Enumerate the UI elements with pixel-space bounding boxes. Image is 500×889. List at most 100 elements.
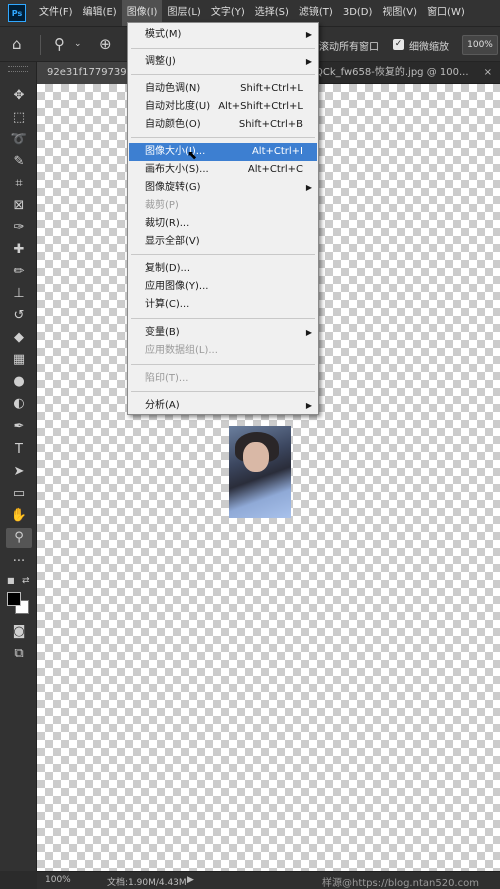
gradient-tool-icon[interactable]: ▦ — [6, 350, 32, 370]
menu-separator — [131, 74, 315, 75]
menu-window[interactable]: 窗口(W) — [422, 0, 470, 26]
menu-edit[interactable]: 编辑(E) — [78, 0, 122, 26]
lasso-tool-icon[interactable]: ➰ — [6, 130, 32, 150]
foreground-color-swatch[interactable] — [7, 592, 21, 606]
status-doc-size: 文档:1.90M/4.43M — [107, 878, 187, 888]
menu-separator — [131, 318, 315, 319]
menu-item-shortcut: Shift+Ctrl+B — [238, 119, 303, 130]
type-tool-icon[interactable]: T — [6, 440, 32, 460]
quick-select-tool-icon[interactable]: ✎ — [6, 152, 32, 172]
scrubby-zoom-checkbox[interactable]: ✓ — [393, 39, 404, 50]
menu-item-label: 自动对比度(U) — [145, 101, 211, 112]
chevron-down-icon[interactable]: ⌄ — [74, 36, 82, 52]
submenu-arrow-icon: ▶ — [305, 401, 312, 410]
menu-separator — [131, 391, 315, 392]
menu-view[interactable]: 视图(V) — [377, 0, 422, 26]
menu-item-auto-color[interactable]: 自动颜色(O) Shift+Ctrl+B — [129, 116, 317, 134]
menu-item-analysis[interactable]: 分析(A) ▶ — [129, 397, 317, 415]
submenu-arrow-icon: ▶ — [305, 183, 312, 192]
menu-item-label: 显示全部(V) — [145, 236, 200, 247]
menu-item-calculations[interactable]: 计算(C)... — [129, 296, 317, 314]
tools-panel: ■ ⇄ ✥ ⬚ ➰ ✎ ⌗ ⊠ ✑ ✚ ✏ ⊥ ↺ ◆ ▦ ● ◐ ✒ T ➤ ▭ ✋ ⚲ ··· ◙ ⧉ — [0, 62, 37, 871]
menu-item-mode[interactable]: 模式(M) ▶ — [129, 26, 317, 44]
menu-item-label: 变量(B) — [145, 327, 180, 338]
menu-item-label: 应用数据组(L)... — [145, 345, 218, 356]
zoom-in-icon[interactable]: ⊕ — [99, 36, 112, 52]
menu-item-apply-data-set: 应用数据组(L)... — [129, 342, 317, 360]
menu-item-label: 分析(A) — [145, 400, 180, 411]
path-select-tool-icon[interactable]: ➤ — [6, 462, 32, 482]
pen-tool-icon[interactable]: ✒ — [6, 417, 32, 437]
menu-item-label: 自动色调(N) — [145, 83, 201, 94]
crop-tool-icon[interactable]: ⌗ — [6, 174, 32, 194]
menu-separator — [131, 364, 315, 365]
menu-item-adjustments[interactable]: 调整(J) ▶ — [129, 53, 317, 71]
document-tab-2[interactable]: QCk_fw658-恢复的.jpg @ 100... × — [307, 62, 500, 84]
menu-item-label: 裁剪(P) — [145, 200, 179, 211]
eraser-tool-icon[interactable]: ◆ — [6, 328, 32, 348]
home-icon[interactable]: ⌂ — [12, 36, 22, 52]
menu-item-label: 模式(M) — [145, 29, 182, 40]
dodge-tool-icon[interactable]: ◐ — [6, 394, 32, 414]
menu-item-shortcut: Shift+Ctrl+L — [240, 83, 303, 94]
photoshop-logo-icon: Ps — [8, 4, 26, 22]
menu-item-label: 计算(C)... — [145, 299, 190, 310]
menu-item-label: 画布大小(S)... — [145, 164, 209, 175]
menu-item-crop: 裁剪(P) — [129, 197, 317, 215]
menu-item-reveal-all[interactable]: 显示全部(V) — [129, 233, 317, 251]
swap-colors-icon[interactable]: ⇄ — [22, 576, 30, 586]
watermark-text: 样源@https://blog.ntan520.com — [322, 878, 479, 889]
zoom-tool-icon[interactable]: ⚲ — [6, 528, 32, 548]
eyedropper-tool-icon[interactable]: ✑ — [6, 218, 32, 238]
panel-grip[interactable] — [8, 66, 28, 72]
clone-stamp-tool-icon[interactable]: ⊥ — [6, 284, 32, 304]
zoom-icon[interactable]: ⚲ — [54, 36, 65, 52]
menu-file[interactable]: 文件(F) — [34, 0, 78, 26]
blur-tool-icon[interactable]: ● — [6, 372, 32, 392]
menu-item-image-rotation[interactable]: 图像旋转(G) ▶ — [129, 179, 317, 197]
submenu-arrow-icon: ▶ — [305, 57, 312, 66]
image-menu-dropdown: 模式(M) ▶ 调整(J) ▶ 自动色调(N) Shift+Ctrl+L 自动对… — [127, 22, 319, 415]
menu-separator — [131, 137, 315, 138]
move-tool-icon[interactable]: ✥ — [6, 86, 32, 106]
status-zoom[interactable]: 100% — [45, 875, 71, 885]
document-tab-2-label: QCk_fw658-恢复的.jpg @ 100... — [315, 67, 469, 78]
menu-item-duplicate[interactable]: 复制(D)... — [129, 260, 317, 278]
close-icon[interactable]: × — [484, 62, 492, 84]
more-tools-icon[interactable]: ··· — [6, 552, 32, 572]
history-brush-tool-icon[interactable]: ↺ — [6, 306, 32, 326]
brush-tool-icon[interactable]: ✏ — [6, 262, 32, 282]
menu-item-trim[interactable]: 裁切(R)... — [129, 215, 317, 233]
menu-separator — [131, 254, 315, 255]
menu-3d[interactable]: 3D(D) — [338, 0, 378, 26]
menu-item-label: 裁切(R)... — [145, 218, 190, 229]
scroll-all-windows-label[interactable]: 滚动所有窗口 — [319, 38, 379, 53]
menu-item-label: 调整(J) — [145, 56, 176, 67]
menu-item-shortcut: Alt+Shift+Ctrl+L — [218, 101, 303, 112]
default-colors-icon[interactable]: ■ — [7, 576, 15, 585]
menu-item-canvas-size[interactable]: 画布大小(S)... Alt+Ctrl+C — [129, 161, 317, 179]
menu-item-apply-image[interactable]: 应用图像(Y)... — [129, 278, 317, 296]
marquee-tool-icon[interactable]: ⬚ — [6, 108, 32, 128]
zoom-level-button[interactable]: 100% — [462, 35, 498, 55]
submenu-arrow-icon: ▶ — [305, 30, 312, 39]
menu-item-label: 复制(D)... — [145, 263, 191, 274]
menu-item-trap: 陷印(T)... — [129, 370, 317, 388]
menu-item-label: 陷印(T)... — [145, 373, 189, 384]
screen-mode-icon[interactable]: ⧉ — [6, 644, 32, 664]
status-bar: 100% 文档:1.90M/4.43M ▶ 样源@https://blog.nt… — [37, 871, 500, 889]
menu-item-variables[interactable]: 变量(B) ▶ — [129, 324, 317, 342]
photo-face — [243, 442, 269, 472]
menu-separator — [131, 48, 315, 49]
healing-brush-tool-icon[interactable]: ✚ — [6, 240, 32, 260]
menu-item-image-size[interactable]: 图像大小(I)... Alt+Ctrl+I ⬉ — [129, 143, 317, 162]
hand-tool-icon[interactable]: ✋ — [6, 506, 32, 526]
menu-item-auto-contrast[interactable]: 自动对比度(U) Alt+Shift+Ctrl+L — [129, 98, 317, 116]
menu-item-label: 自动颜色(O) — [145, 119, 201, 130]
menu-item-auto-tone[interactable]: 自动色调(N) Shift+Ctrl+L — [129, 80, 317, 98]
status-menu-arrow-icon[interactable]: ▶ — [187, 875, 194, 885]
frame-tool-icon[interactable]: ⊠ — [6, 196, 32, 216]
menu-item-label: 图像旋转(G) — [145, 182, 201, 193]
quick-mask-icon[interactable]: ◙ — [6, 622, 32, 642]
rectangle-tool-icon[interactable]: ▭ — [6, 484, 32, 504]
